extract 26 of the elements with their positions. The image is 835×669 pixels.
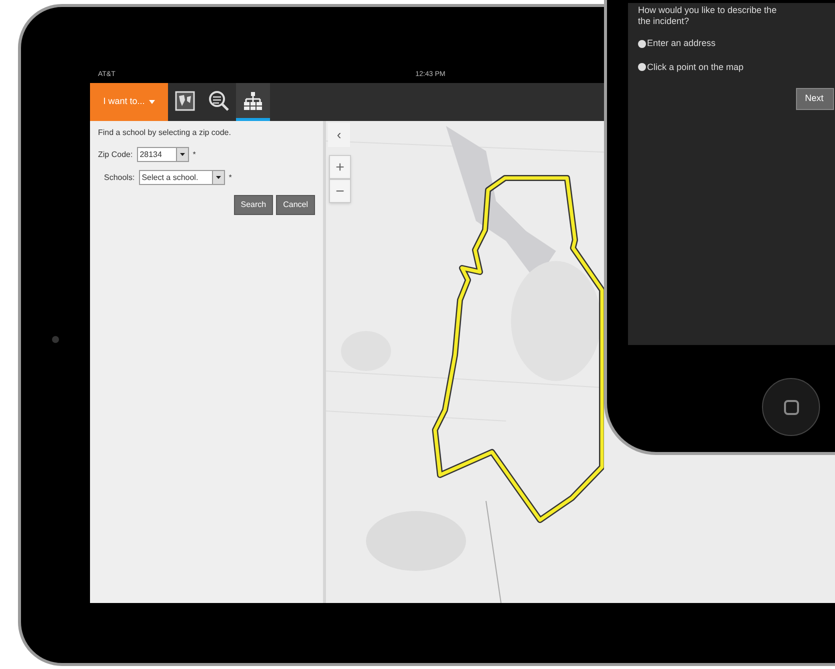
- map-icon: [175, 90, 195, 110]
- radio-button[interactable]: [638, 63, 646, 72]
- required-mark: *: [192, 148, 196, 160]
- radio-option[interactable]: Click a point on the map: [638, 60, 744, 74]
- question-text: the incident?: [638, 16, 690, 27]
- caret-icon: [148, 100, 155, 104]
- radio-button[interactable]: [638, 40, 646, 48]
- caret-icon: [180, 153, 185, 156]
- toolbar-tab[interactable]: [236, 83, 270, 121]
- dropdown-field[interactable]: 28134: [136, 147, 189, 162]
- instruction-text: Find a school by selecting a zip code.: [98, 127, 232, 139]
- form-button[interactable]: Cancel: [276, 195, 315, 215]
- search-icon: [208, 90, 230, 112]
- caret-icon: [216, 176, 221, 179]
- question-text: How would you like to describe the: [638, 5, 778, 16]
- zoom-in-button[interactable]: +: [329, 155, 351, 179]
- dropdown-field[interactable]: Select a school.: [138, 170, 225, 185]
- field-label: Zip Code:: [98, 148, 133, 160]
- zoom-out-button[interactable]: −: [329, 179, 351, 203]
- field-label: Schools:: [104, 172, 135, 184]
- form-button[interactable]: Search: [234, 195, 274, 215]
- next-button[interactable]: Next: [796, 88, 834, 110]
- radio-option[interactable]: Enter an address: [638, 37, 716, 50]
- required-mark: *: [228, 172, 232, 184]
- collapse-panel-button[interactable]: ‹: [328, 123, 350, 147]
- hierarchy-icon: [243, 90, 263, 110]
